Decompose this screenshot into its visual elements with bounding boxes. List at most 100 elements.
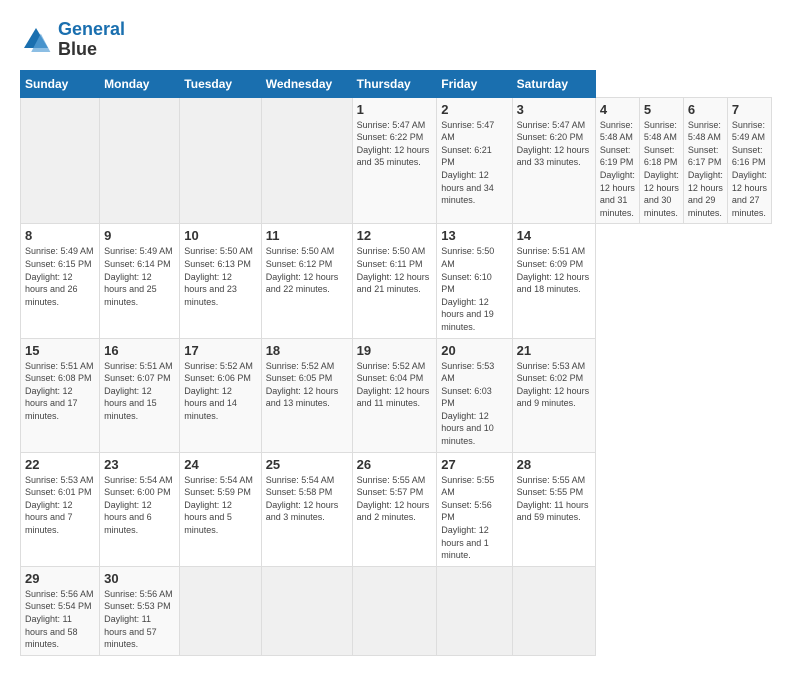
day-number: 3 xyxy=(517,102,591,117)
calendar-cell: 22 Sunrise: 5:53 AMSunset: 6:01 PMDayligh… xyxy=(21,452,100,566)
logo-text: General Blue xyxy=(58,20,125,60)
calendar-cell xyxy=(261,566,352,655)
day-info: Sunrise: 5:49 AMSunset: 6:15 PMDaylight:… xyxy=(25,245,95,308)
day-info: Sunrise: 5:55 AMSunset: 5:56 PMDaylight:… xyxy=(441,474,507,562)
calendar-cell: 20 Sunrise: 5:53 AMSunset: 6:03 PMDayligh… xyxy=(437,338,512,452)
column-header-monday: Monday xyxy=(100,70,180,97)
day-number: 9 xyxy=(104,228,175,243)
day-number: 1 xyxy=(357,102,433,117)
calendar-cell: 21 Sunrise: 5:53 AMSunset: 6:02 PMDayligh… xyxy=(512,338,595,452)
day-number: 12 xyxy=(357,228,433,243)
day-info: Sunrise: 5:52 AMSunset: 6:04 PMDaylight:… xyxy=(357,360,433,410)
day-number: 18 xyxy=(266,343,348,358)
day-info: Sunrise: 5:55 AMSunset: 5:55 PMDaylight:… xyxy=(517,474,591,524)
day-number: 15 xyxy=(25,343,95,358)
day-number: 17 xyxy=(184,343,256,358)
day-info: Sunrise: 5:50 AMSunset: 6:11 PMDaylight:… xyxy=(357,245,433,295)
day-number: 4 xyxy=(600,102,635,117)
day-info: Sunrise: 5:51 AMSunset: 6:07 PMDaylight:… xyxy=(104,360,175,423)
calendar-cell: 3Sunrise: 5:47 AMSunset: 6:20 PMDaylight… xyxy=(512,97,595,224)
day-number: 24 xyxy=(184,457,256,472)
column-header-saturday: Saturday xyxy=(512,70,595,97)
day-info: Sunrise: 5:54 AMSunset: 5:59 PMDaylight:… xyxy=(184,474,256,537)
calendar-cell: 4 Sunrise: 5:48 AMSunset: 6:19 PMDaylight… xyxy=(595,97,639,224)
calendar-cell: 10 Sunrise: 5:50 AMSunset: 6:13 PMDayligh… xyxy=(180,224,261,338)
column-header-wednesday: Wednesday xyxy=(261,70,352,97)
calendar-cell: 19 Sunrise: 5:52 AMSunset: 6:04 PMDayligh… xyxy=(352,338,437,452)
calendar-cell: 18Sunrise: 5:52 AMSunset: 6:05 PMDayligh… xyxy=(261,338,352,452)
day-info: Sunrise: 5:51 AMSunset: 6:09 PMDaylight:… xyxy=(517,245,591,295)
calendar-cell: 16 Sunrise: 5:51 AMSunset: 6:07 PMDayligh… xyxy=(100,338,180,452)
calendar-cell xyxy=(352,566,437,655)
day-number: 13 xyxy=(441,228,507,243)
logo-icon xyxy=(20,24,52,56)
calendar-cell: 25 Sunrise: 5:54 AMSunset: 5:58 PMDayligh… xyxy=(261,452,352,566)
calendar-cell: 23 Sunrise: 5:54 AMSunset: 6:00 PMDayligh… xyxy=(100,452,180,566)
day-info: Sunrise: 5:53 AMSunset: 6:02 PMDaylight:… xyxy=(517,360,591,410)
calendar-week-5: 29Sunrise: 5:56 AMSunset: 5:54 PMDayligh… xyxy=(21,566,772,655)
day-number: 11 xyxy=(266,228,348,243)
calendar-week-1: 1 Sunrise: 5:47 AMSunset: 6:22 PMDaylight… xyxy=(21,97,772,224)
day-number: 16 xyxy=(104,343,175,358)
day-number: 25 xyxy=(266,457,348,472)
day-info: Sunrise: 5:56 AMSunset: 5:53 PMDaylight:… xyxy=(104,588,175,651)
calendar-cell: 6 Sunrise: 5:48 AMSunset: 6:17 PMDaylight… xyxy=(683,97,727,224)
calendar-cell: 7 Sunrise: 5:49 AMSunset: 6:16 PMDaylight… xyxy=(727,97,771,224)
day-info: Sunrise: 5:47 AMSunset: 6:21 PMDaylight:… xyxy=(441,119,507,207)
day-number: 7 xyxy=(732,102,767,117)
day-info: Sunrise: 5:48 AMSunset: 6:19 PMDaylight:… xyxy=(600,119,635,220)
day-info: Sunrise: 5:48 AMSunset: 6:18 PMDaylight:… xyxy=(644,119,679,220)
calendar-cell: 14 Sunrise: 5:51 AMSunset: 6:09 PMDayligh… xyxy=(512,224,595,338)
day-info: Sunrise: 5:51 AMSunset: 6:08 PMDaylight:… xyxy=(25,360,95,423)
day-number: 29 xyxy=(25,571,95,586)
day-info: Sunrise: 5:50 AMSunset: 6:13 PMDaylight:… xyxy=(184,245,256,308)
day-number: 19 xyxy=(357,343,433,358)
calendar-cell: 11Sunrise: 5:50 AMSunset: 6:12 PMDayligh… xyxy=(261,224,352,338)
day-number: 22 xyxy=(25,457,95,472)
calendar-week-4: 22 Sunrise: 5:53 AMSunset: 6:01 PMDayligh… xyxy=(21,452,772,566)
calendar-cell: 8Sunrise: 5:49 AMSunset: 6:15 PMDaylight… xyxy=(21,224,100,338)
day-info: Sunrise: 5:48 AMSunset: 6:17 PMDaylight:… xyxy=(688,119,723,220)
calendar-cell: 30Sunrise: 5:56 AMSunset: 5:53 PMDayligh… xyxy=(100,566,180,655)
calendar-cell xyxy=(180,97,261,224)
column-header-friday: Friday xyxy=(437,70,512,97)
day-number: 20 xyxy=(441,343,507,358)
calendar-cell: 27 Sunrise: 5:55 AMSunset: 5:56 PMDayligh… xyxy=(437,452,512,566)
day-info: Sunrise: 5:47 AMSunset: 6:22 PMDaylight:… xyxy=(357,119,433,169)
day-number: 28 xyxy=(517,457,591,472)
calendar-cell: 1 Sunrise: 5:47 AMSunset: 6:22 PMDaylight… xyxy=(352,97,437,224)
calendar-table: SundayMondayTuesdayWednesdayThursdayFrid… xyxy=(20,70,772,656)
day-info: Sunrise: 5:52 AMSunset: 6:06 PMDaylight:… xyxy=(184,360,256,423)
day-number: 27 xyxy=(441,457,507,472)
calendar-cell: 2 Sunrise: 5:47 AMSunset: 6:21 PMDaylight… xyxy=(437,97,512,224)
day-number: 21 xyxy=(517,343,591,358)
calendar-cell: 15 Sunrise: 5:51 AMSunset: 6:08 PMDayligh… xyxy=(21,338,100,452)
calendar-cell xyxy=(512,566,595,655)
calendar-week-2: 8Sunrise: 5:49 AMSunset: 6:15 PMDaylight… xyxy=(21,224,772,338)
day-info: Sunrise: 5:55 AMSunset: 5:57 PMDaylight:… xyxy=(357,474,433,524)
day-number: 10 xyxy=(184,228,256,243)
day-info: Sunrise: 5:53 AMSunset: 6:03 PMDaylight:… xyxy=(441,360,507,448)
column-header-thursday: Thursday xyxy=(352,70,437,97)
day-number: 6 xyxy=(688,102,723,117)
column-header-tuesday: Tuesday xyxy=(180,70,261,97)
calendar-body: 1 Sunrise: 5:47 AMSunset: 6:22 PMDaylight… xyxy=(21,97,772,655)
day-info: Sunrise: 5:49 AMSunset: 6:16 PMDaylight:… xyxy=(732,119,767,220)
day-number: 14 xyxy=(517,228,591,243)
logo: General Blue xyxy=(20,20,125,60)
day-info: Sunrise: 5:54 AMSunset: 5:58 PMDaylight:… xyxy=(266,474,348,524)
calendar-cell: 29Sunrise: 5:56 AMSunset: 5:54 PMDayligh… xyxy=(21,566,100,655)
day-number: 23 xyxy=(104,457,175,472)
day-info: Sunrise: 5:53 AMSunset: 6:01 PMDaylight:… xyxy=(25,474,95,537)
day-number: 5 xyxy=(644,102,679,117)
calendar-cell: 5 Sunrise: 5:48 AMSunset: 6:18 PMDaylight… xyxy=(639,97,683,224)
day-number: 26 xyxy=(357,457,433,472)
calendar-cell xyxy=(261,97,352,224)
day-number: 2 xyxy=(441,102,507,117)
calendar-cell xyxy=(100,97,180,224)
day-info: Sunrise: 5:54 AMSunset: 6:00 PMDaylight:… xyxy=(104,474,175,537)
page-header: General Blue xyxy=(20,20,772,60)
calendar-cell: 12 Sunrise: 5:50 AMSunset: 6:11 PMDayligh… xyxy=(352,224,437,338)
column-header-sunday: Sunday xyxy=(21,70,100,97)
calendar-cell: 17 Sunrise: 5:52 AMSunset: 6:06 PMDayligh… xyxy=(180,338,261,452)
